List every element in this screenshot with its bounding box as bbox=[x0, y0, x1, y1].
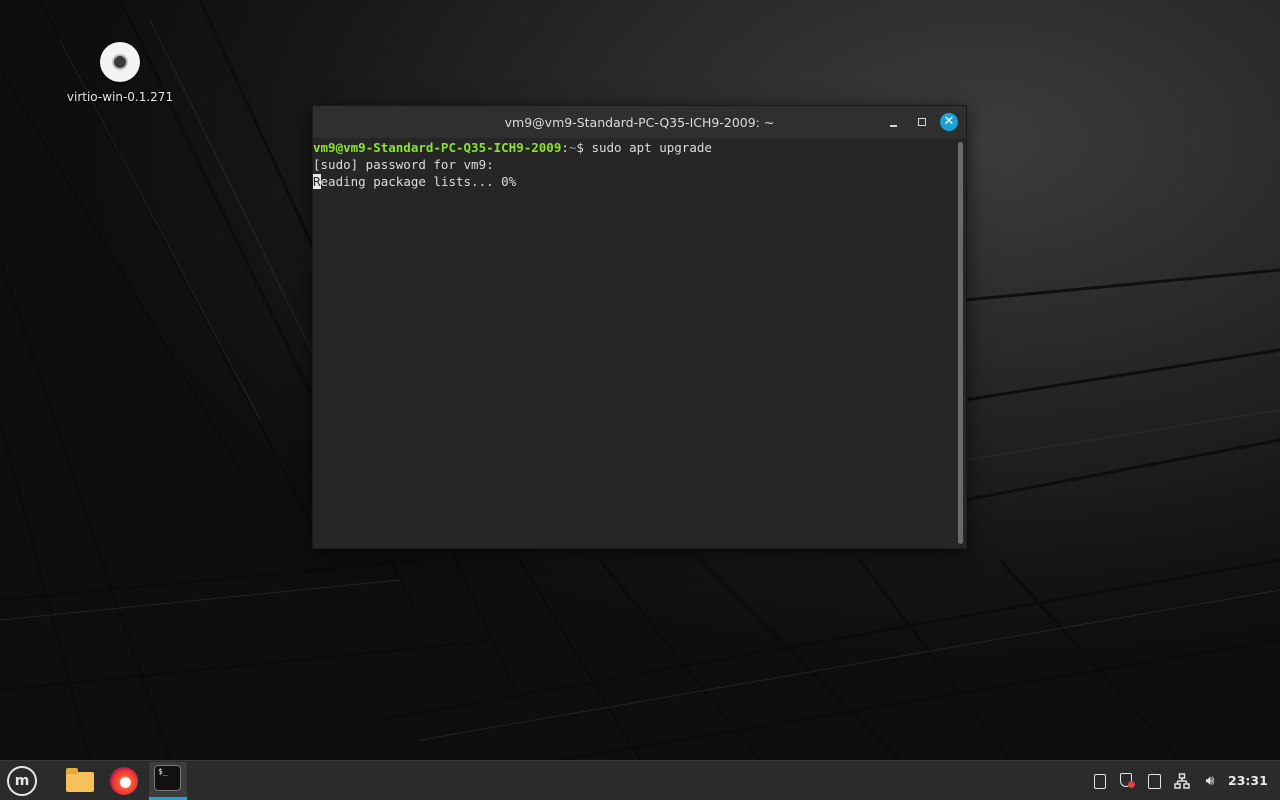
notes-icon[interactable] bbox=[1146, 773, 1162, 789]
firefox-launcher[interactable] bbox=[106, 764, 142, 798]
terminal-line-command: vm9@vm9-Standard-PC-Q35-ICH9-2009:~$ sud… bbox=[313, 139, 954, 156]
files-launcher[interactable] bbox=[62, 764, 98, 798]
clock[interactable]: 23:31 bbox=[1228, 773, 1268, 788]
maximize-button[interactable] bbox=[913, 113, 931, 131]
prompt-symbol: $ bbox=[576, 140, 592, 155]
close-button[interactable]: ✕ bbox=[940, 113, 958, 131]
folder-icon bbox=[66, 768, 94, 792]
menu-button[interactable]: m bbox=[4, 764, 40, 798]
terminal-window[interactable]: vm9@vm9-Standard-PC-Q35-ICH9-2009: ~ ✕ v… bbox=[312, 105, 967, 549]
window-titlebar[interactable]: vm9@vm9-Standard-PC-Q35-ICH9-2009: ~ ✕ bbox=[313, 106, 966, 138]
desktop-icon-virtio-win[interactable]: virtio-win-0.1.271 bbox=[60, 40, 180, 104]
terminal-line-sudo: [sudo] password for vm9: bbox=[313, 157, 494, 172]
desktop-icon-label: virtio-win-0.1.271 bbox=[66, 90, 174, 104]
firefox-icon bbox=[110, 767, 138, 795]
minimize-button[interactable] bbox=[885, 113, 903, 131]
terminal-icon: $_ bbox=[154, 765, 181, 791]
clipboard-icon[interactable] bbox=[1092, 773, 1108, 789]
text-cursor: R bbox=[313, 174, 321, 189]
terminal-task-button[interactable]: $_ bbox=[149, 762, 187, 800]
window-title: vm9@vm9-Standard-PC-Q35-ICH9-2009: ~ bbox=[504, 115, 775, 130]
close-icon: ✕ bbox=[943, 114, 955, 129]
terminal-line-progress: Reading package lists... 0% bbox=[313, 173, 954, 190]
progress-text: eading package lists... 0% bbox=[320, 174, 517, 189]
linux-mint-logo-icon: m bbox=[7, 766, 37, 796]
volume-icon[interactable]: 🔊︎ bbox=[1202, 773, 1218, 789]
taskbar: m $_ 🔊︎ 23:31 bbox=[0, 760, 1280, 800]
shield-update-icon[interactable] bbox=[1118, 773, 1135, 789]
terminal-scrollbar[interactable] bbox=[958, 142, 963, 544]
prompt-user-host: vm9@vm9-Standard-PC-Q35-ICH9-2009 bbox=[313, 140, 562, 155]
network-glyph bbox=[1174, 773, 1190, 789]
cd-disc-icon bbox=[100, 42, 140, 82]
command-text: sudo apt upgrade bbox=[591, 140, 712, 155]
prompt-separator: : bbox=[561, 140, 569, 155]
terminal-output[interactable]: vm9@vm9-Standard-PC-Q35-ICH9-2009:~$ sud… bbox=[313, 138, 954, 548]
network-icon[interactable] bbox=[1174, 773, 1190, 789]
